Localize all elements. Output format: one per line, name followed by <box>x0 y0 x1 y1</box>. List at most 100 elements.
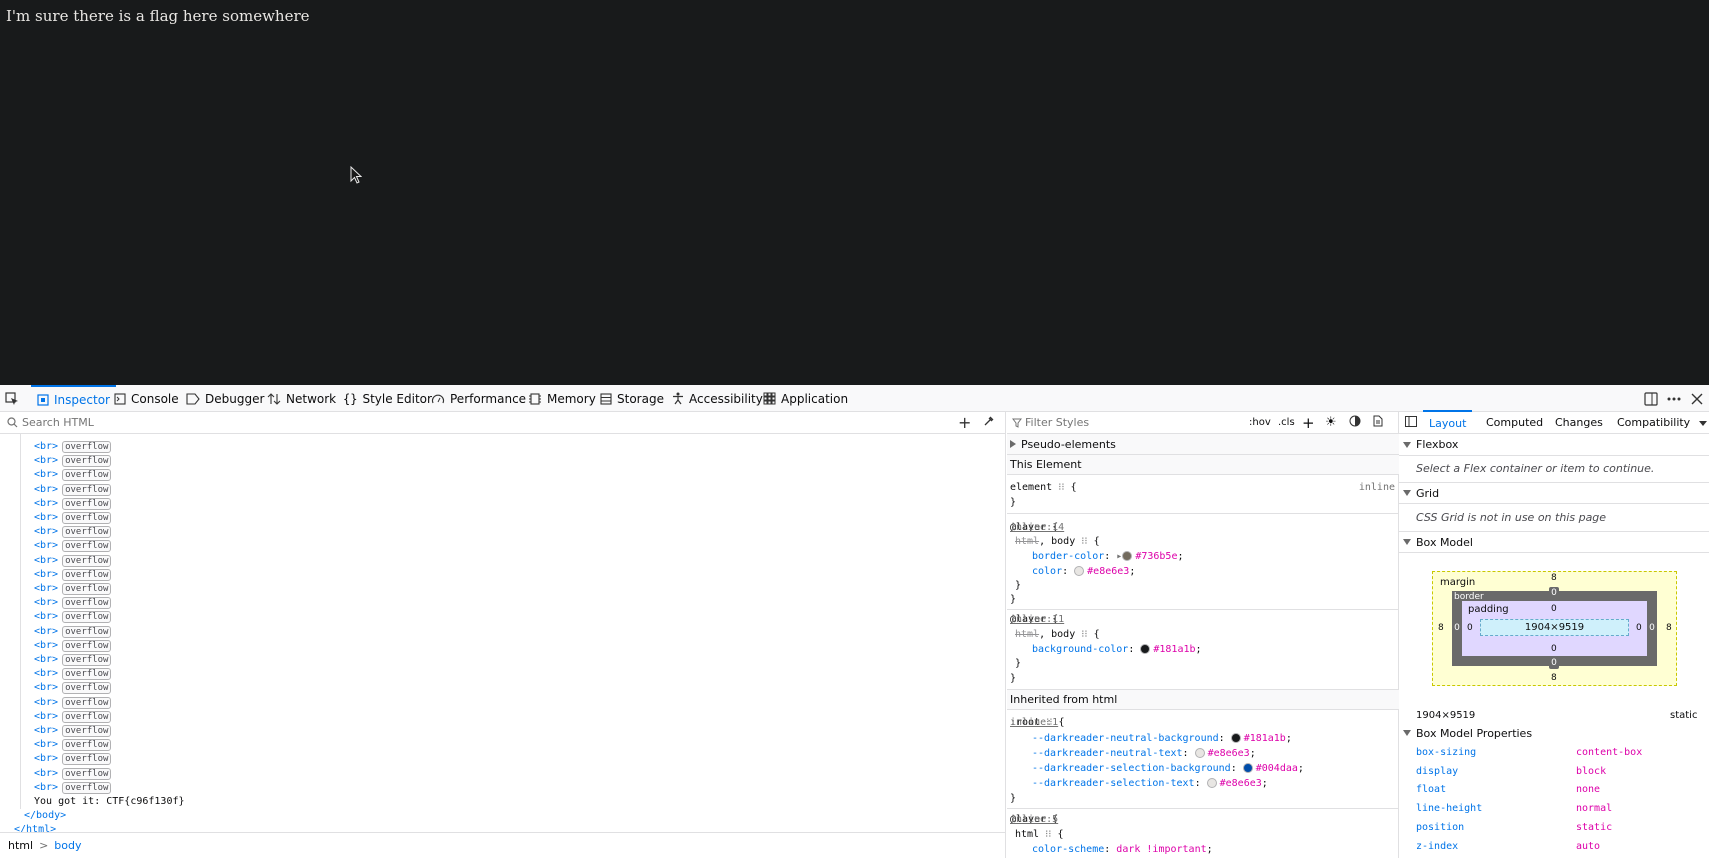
overflow-badge[interactable]: overflow <box>62 469 112 481</box>
overflow-badge[interactable]: overflow <box>62 711 112 723</box>
css-property[interactable]: color-scheme <box>1032 844 1104 855</box>
color-swatch[interactable] <box>1074 566 1085 576</box>
grid-section[interactable]: Grid <box>1399 482 1709 504</box>
markup-br-node[interactable]: <br> overflow <box>34 483 112 497</box>
overflow-badge[interactable]: overflow <box>62 725 112 737</box>
tab-accessibility[interactable]: Accessibility <box>672 385 763 412</box>
padding-bottom-value[interactable]: 0 <box>1551 644 1557 654</box>
margin-top-value[interactable]: 8 <box>1551 573 1557 583</box>
box-model-content[interactable]: 1904×9519 <box>1480 619 1629 636</box>
markup-br-node[interactable]: <br> overflow <box>34 781 112 795</box>
padding-left-value[interactable]: 0 <box>1467 623 1473 633</box>
markup-br-node[interactable]: <br> overflow <box>34 653 112 667</box>
markup-br-node[interactable]: <br> overflow <box>34 454 112 468</box>
css-variable[interactable]: --darkreader-selection-text <box>1032 778 1195 789</box>
css-property[interactable]: color <box>1032 566 1062 577</box>
margin-bottom-value[interactable]: 8 <box>1551 673 1557 683</box>
overflow-badge[interactable]: overflow <box>62 597 112 609</box>
markup-html-close[interactable]: </html> <box>14 823 56 832</box>
css-variable[interactable]: --darkreader-neutral-text <box>1032 748 1183 759</box>
hov-toggle[interactable]: :hov <box>1249 417 1271 428</box>
cls-toggle[interactable]: .cls <box>1278 417 1295 428</box>
css-value[interactable]: #e8e6e3 <box>1208 748 1250 759</box>
overflow-badge[interactable]: overflow <box>62 697 112 709</box>
overflow-badge[interactable]: overflow <box>62 668 112 680</box>
flexbox-section[interactable]: Flexbox <box>1399 434 1709 456</box>
css-value[interactable]: dark !important <box>1116 844 1206 855</box>
css-value[interactable]: #004daa <box>1256 763 1298 774</box>
overflow-badge[interactable]: overflow <box>62 626 112 638</box>
box-model-properties-section[interactable]: Box Model Properties <box>1399 722 1709 744</box>
tab-memory[interactable]: Memory <box>528 385 596 412</box>
color-swatch[interactable] <box>1230 733 1241 743</box>
box-model-section[interactable]: Box Model <box>1399 531 1709 553</box>
css-variable[interactable]: --darkreader-neutral-background <box>1032 733 1219 744</box>
overflow-badge[interactable]: overflow <box>62 569 112 581</box>
overflow-badge[interactable]: overflow <box>62 753 112 765</box>
breadcrumb-item-html[interactable]: html <box>8 839 33 852</box>
overflow-badge[interactable]: overflow <box>62 682 112 694</box>
markup-br-node[interactable]: <br> overflow <box>34 468 112 482</box>
markup-br-node[interactable]: <br> overflow <box>34 497 112 511</box>
color-swatch[interactable] <box>1194 748 1205 758</box>
markup-br-node[interactable]: <br> overflow <box>34 724 112 738</box>
overflow-badge[interactable]: overflow <box>62 768 112 780</box>
markup-br-node[interactable]: <br> overflow <box>34 625 112 639</box>
close-devtools-icon[interactable] <box>1691 385 1703 412</box>
light-scheme-icon[interactable]: ☀ <box>1325 415 1337 430</box>
rule-source-link[interactable]: inline:14 <box>1010 520 1395 535</box>
markup-br-node[interactable]: <br> overflow <box>34 525 112 539</box>
tab-style-editor[interactable]: {} Style Editor <box>343 385 432 412</box>
overflow-badge[interactable]: overflow <box>62 455 112 467</box>
tab-changes[interactable]: Changes <box>1555 416 1603 429</box>
overflow-badge[interactable]: overflow <box>62 498 112 510</box>
markup-br-node[interactable]: <br> overflow <box>34 554 112 568</box>
element-picker-icon[interactable] <box>5 385 25 412</box>
color-swatch[interactable] <box>1206 778 1217 788</box>
overflow-badge[interactable]: overflow <box>62 640 112 652</box>
rule-source-link[interactable]: inline:11 <box>1010 612 1395 627</box>
border-left-value[interactable]: 0 <box>1452 622 1462 634</box>
overflow-badge[interactable]: overflow <box>62 441 112 453</box>
tab-layout[interactable]: Layout <box>1423 410 1473 434</box>
tab-compatibility[interactable]: Compatibility <box>1617 416 1690 429</box>
markup-br-node[interactable]: <br> overflow <box>34 639 112 653</box>
breadcrumb-item-body[interactable]: body <box>54 839 81 852</box>
color-swatch[interactable] <box>1140 644 1151 654</box>
add-node-icon[interactable]: + <box>958 413 971 432</box>
markup-br-node[interactable]: <br> overflow <box>34 752 112 766</box>
eyedropper-icon[interactable] <box>983 415 995 430</box>
css-value[interactable]: #e8e6e3 <box>1087 566 1129 577</box>
overflow-badge[interactable]: overflow <box>62 484 112 496</box>
tab-inspector[interactable]: Inspector <box>31 385 116 412</box>
overflow-badge[interactable]: overflow <box>62 583 112 595</box>
markup-br-node[interactable]: <br> overflow <box>34 767 112 781</box>
markup-br-node[interactable]: <br> overflow <box>34 738 112 752</box>
tab-application[interactable]: Application <box>763 385 848 412</box>
css-value[interactable]: #e8e6e3 <box>1220 778 1262 789</box>
overflow-badge[interactable]: overflow <box>62 540 112 552</box>
tab-computed[interactable]: Computed <box>1486 416 1543 429</box>
overflow-badge[interactable]: overflow <box>62 782 112 794</box>
chevron-down-icon[interactable] <box>1699 416 1707 430</box>
margin-left-value[interactable]: 8 <box>1438 623 1444 633</box>
color-swatch[interactable] <box>1242 763 1253 773</box>
tab-debugger[interactable]: Debugger <box>186 385 264 412</box>
tab-performance[interactable]: Performance <box>431 385 526 412</box>
markup-br-node[interactable]: <br> overflow <box>34 667 112 681</box>
css-property[interactable]: background-color <box>1032 644 1128 655</box>
rule-source-link[interactable]: inline:1 <box>1010 715 1395 730</box>
markup-text-node[interactable]: You got it: CTF{c96f130f} <box>34 795 185 809</box>
overflow-badge[interactable]: overflow <box>62 739 112 751</box>
css-property[interactable]: border-color <box>1032 551 1104 562</box>
overflow-badge[interactable]: overflow <box>62 654 112 666</box>
markup-br-node[interactable]: <br> overflow <box>34 568 112 582</box>
color-swatch[interactable] <box>1122 551 1133 561</box>
filter-styles-input[interactable] <box>1025 416 1225 429</box>
overflow-badge[interactable]: overflow <box>62 555 112 567</box>
border-top-value[interactable]: 0 <box>1549 587 1559 599</box>
css-value[interactable]: #736b5e <box>1135 551 1177 562</box>
tab-network[interactable]: Network <box>267 385 336 412</box>
search-html-input[interactable] <box>22 416 322 429</box>
markup-body-close[interactable]: </body> <box>24 809 66 823</box>
